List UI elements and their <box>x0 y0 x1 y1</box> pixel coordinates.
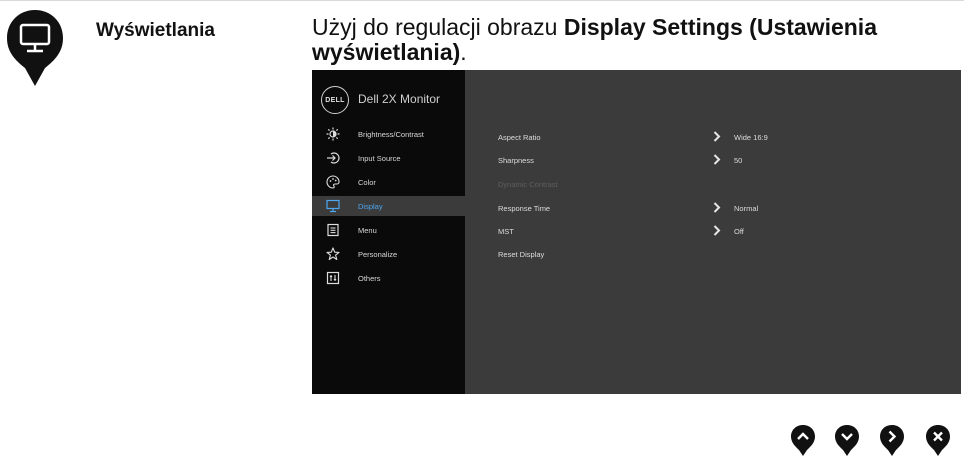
setting-response-time[interactable]: Response Time Normal <box>498 198 918 218</box>
osd-title: Dell 2X Monitor <box>358 92 441 106</box>
menu-item-label: Color <box>358 177 376 187</box>
setting-value: Wide 16:9 <box>734 133 768 142</box>
input-source-icon <box>327 152 340 164</box>
menu-item-label: Menu <box>358 225 377 235</box>
setting-value: Normal <box>734 204 759 213</box>
menu-item-label: Personalize <box>358 249 398 259</box>
brightness-icon <box>326 127 340 141</box>
setting-label: Dynamic Contrast <box>498 180 558 189</box>
menu-item-label: Input Source <box>358 153 401 163</box>
color-palette-icon <box>326 175 340 189</box>
intro-suffix: . <box>460 39 467 65</box>
setting-sharpness[interactable]: Sharpness 50 <box>498 150 918 170</box>
setting-label: Sharpness <box>498 156 534 165</box>
chevron-right-icon <box>713 154 721 165</box>
top-divider <box>0 0 964 1</box>
chevron-down-icon[interactable] <box>834 424 860 457</box>
menu-item-label: Brightness/Contrast <box>358 129 424 139</box>
chevron-right-icon <box>713 202 721 213</box>
chevron-up-icon[interactable] <box>790 424 816 457</box>
others-icon <box>326 271 340 285</box>
setting-value: 50 <box>734 156 743 165</box>
setting-reset-display[interactable]: Reset Display <box>498 244 918 264</box>
menu-item-label: Display <box>358 201 383 211</box>
setting-mst[interactable]: MST Off <box>498 221 918 241</box>
display-icon <box>326 199 340 213</box>
osd-sidebar: DELL Dell 2X Monitor Brightness/Contrast <box>312 70 465 394</box>
menu-icon <box>327 223 339 237</box>
setting-value: Off <box>734 227 744 236</box>
dell-logo: DELL <box>321 86 349 114</box>
menu-item-personalize[interactable]: Personalize <box>312 244 465 264</box>
menu-item-brightness-contrast[interactable]: Brightness/Contrast <box>312 124 465 144</box>
setting-dynamic-contrast: Dynamic Contrast <box>498 174 918 194</box>
chevron-right-icon[interactable] <box>879 424 905 457</box>
setting-label: Aspect Ratio <box>498 133 541 142</box>
setting-label: Response Time <box>498 204 551 213</box>
intro-text: Użyj do regulacji obrazu Display Setting… <box>312 15 952 65</box>
menu-item-menu[interactable]: Menu <box>312 220 465 240</box>
menu-item-color[interactable]: Color <box>312 172 465 192</box>
intro-prefix: Użyj do regulacji obrazu <box>312 14 564 40</box>
star-icon <box>326 247 340 261</box>
setting-label: MST <box>498 227 514 236</box>
menu-item-others[interactable]: Others <box>312 268 465 288</box>
menu-item-display[interactable]: Display <box>312 196 465 216</box>
osd-panel: DELL Dell 2X Monitor Brightness/Contrast <box>312 70 961 394</box>
chevron-right-icon <box>713 225 721 236</box>
menu-item-input-source[interactable]: Input Source <box>312 148 465 168</box>
chevron-right-icon <box>713 131 721 142</box>
setting-label: Reset Display <box>498 250 545 259</box>
section-title: Wyświetlania <box>96 20 215 41</box>
close-icon[interactable] <box>925 424 951 457</box>
menu-item-label: Others <box>358 273 381 283</box>
setting-aspect-ratio[interactable]: Aspect Ratio Wide 16:9 <box>498 127 918 147</box>
monitor-icon <box>7 10 63 86</box>
